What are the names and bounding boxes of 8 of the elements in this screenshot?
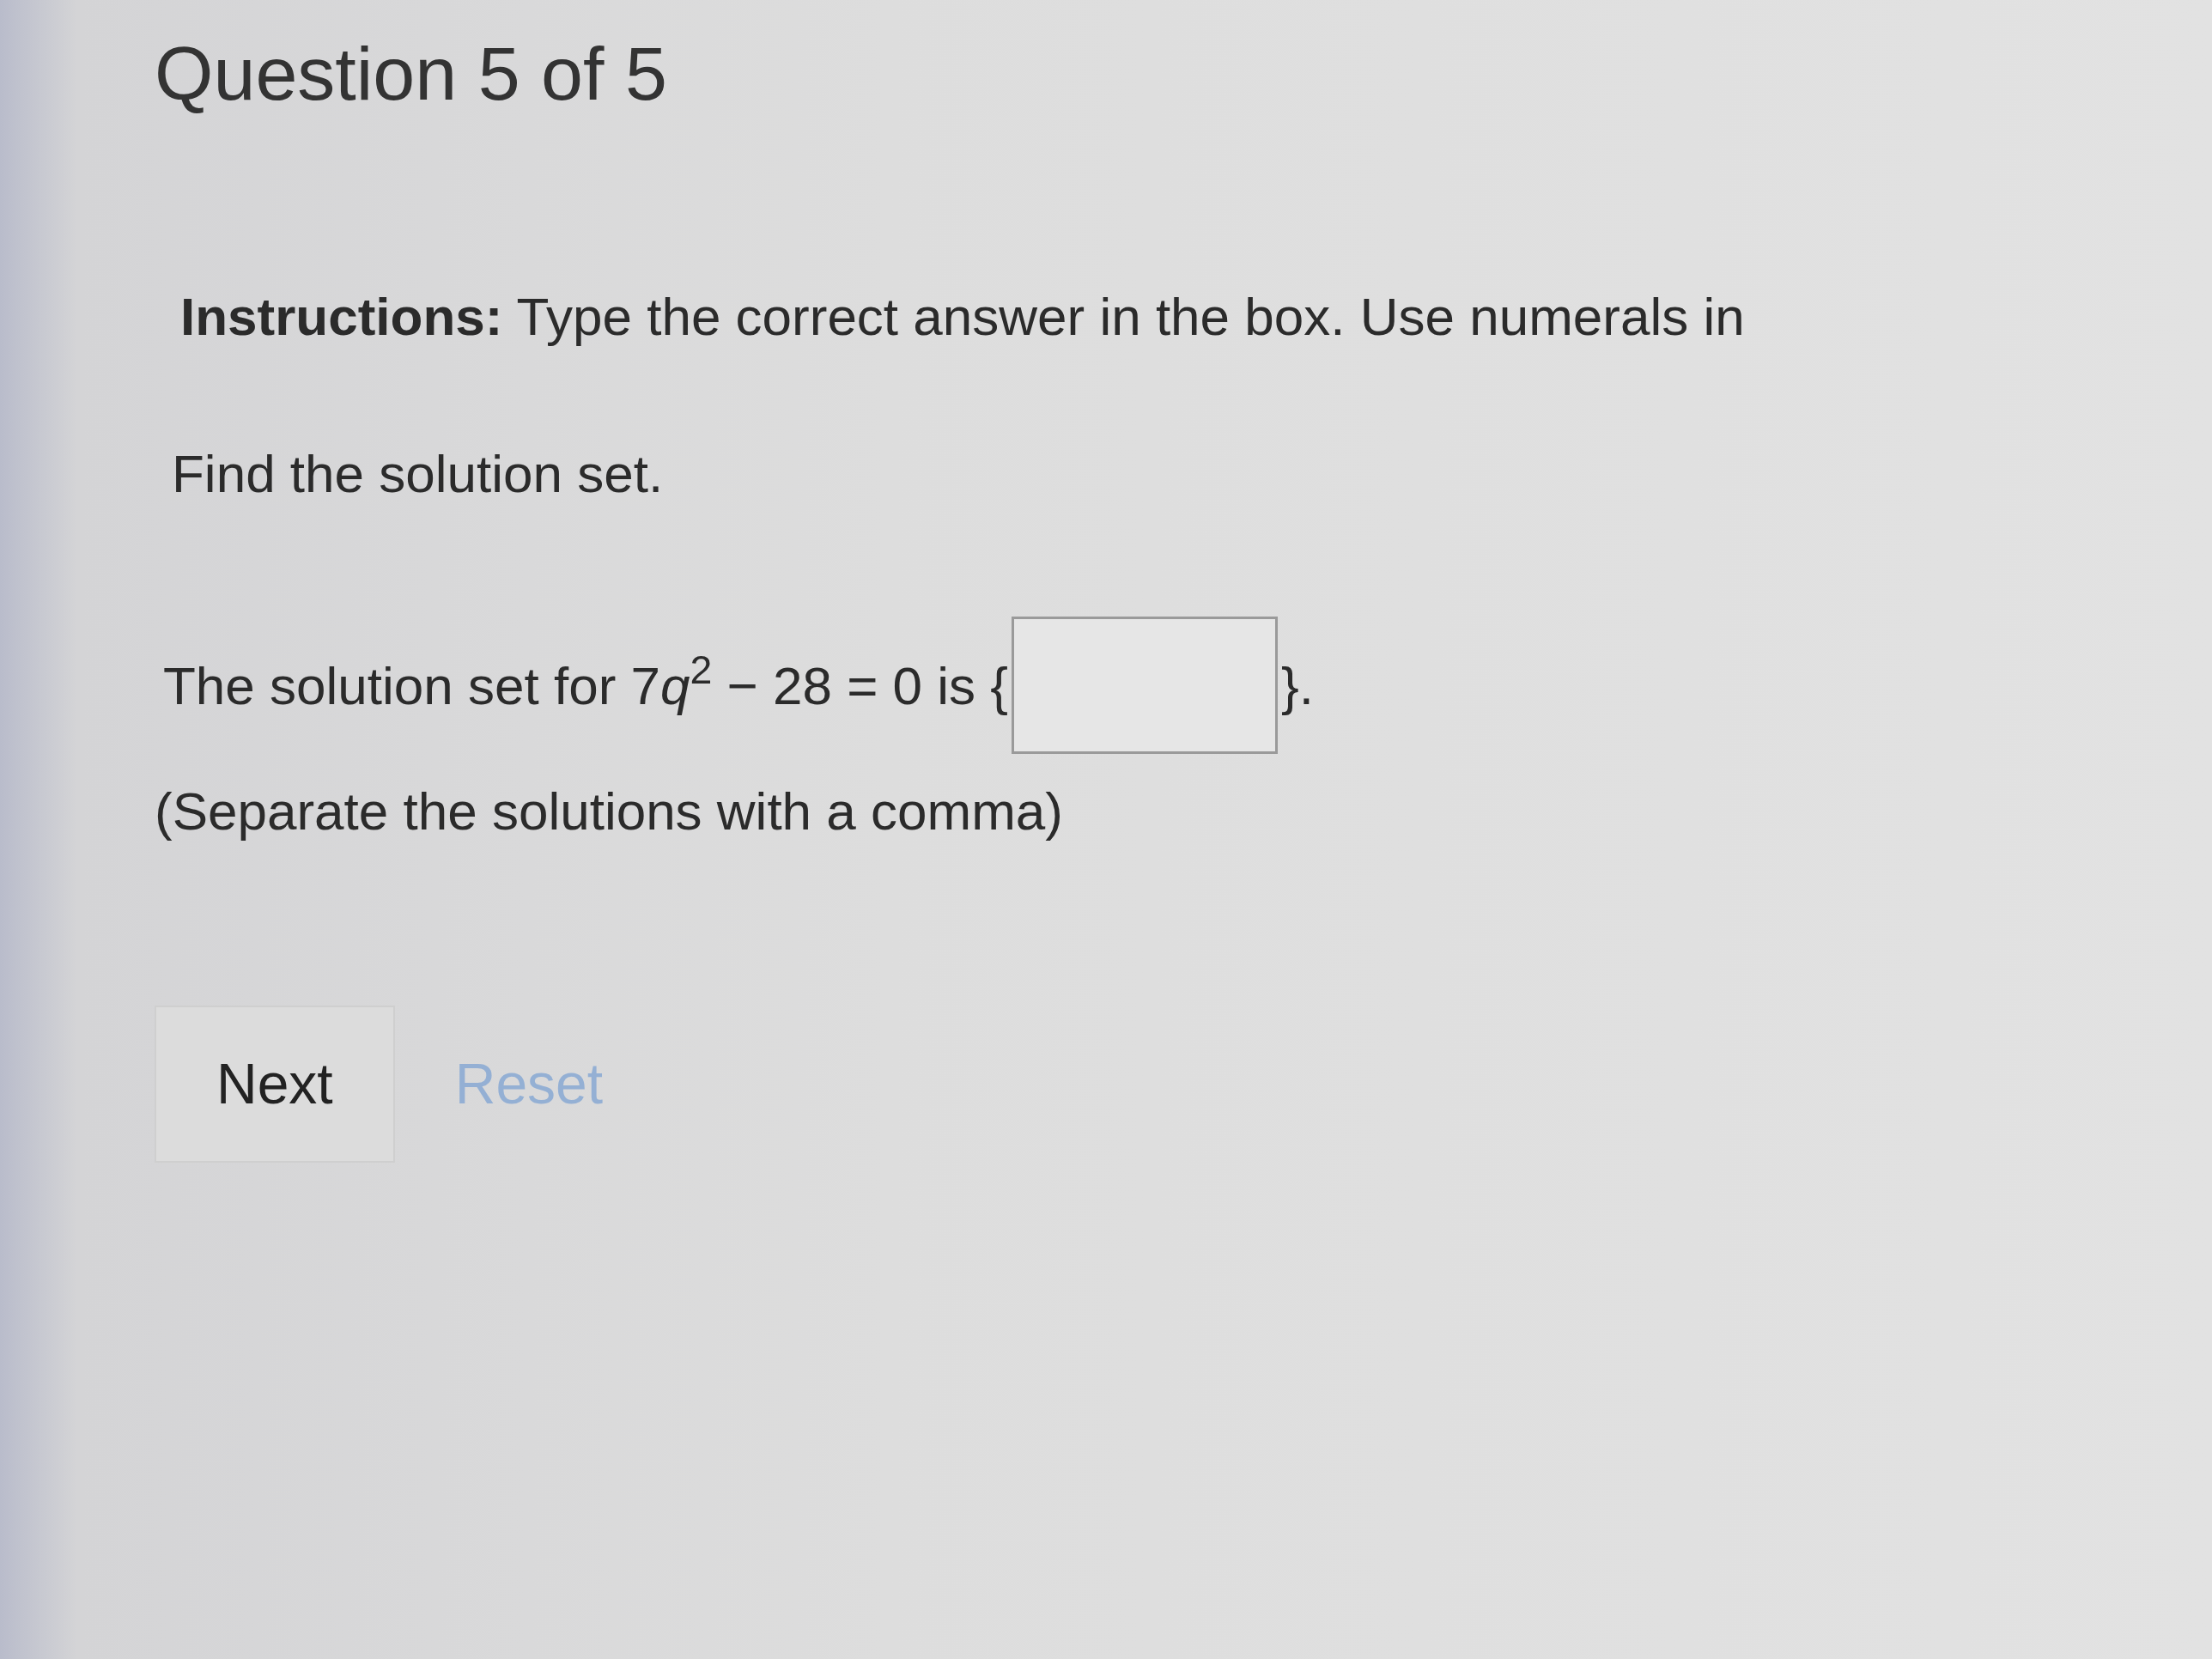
instructions-text: Instructions: Type the correct answer in the box. Use numerals in bbox=[180, 286, 1746, 348]
closing-brace: }. bbox=[1281, 654, 1314, 717]
prompt-text: Find the solution set. bbox=[172, 443, 665, 505]
answer-field[interactable] bbox=[1012, 617, 1279, 754]
equation-text: The solution set for 7q$^{2}$ − 28 = 0 is { bbox=[163, 647, 1009, 717]
hint-text: (Separate the solutions with a comma) bbox=[155, 781, 1064, 842]
question-title: Question 5 of 5 bbox=[155, 30, 668, 118]
next-button[interactable]: Next bbox=[155, 1006, 395, 1163]
